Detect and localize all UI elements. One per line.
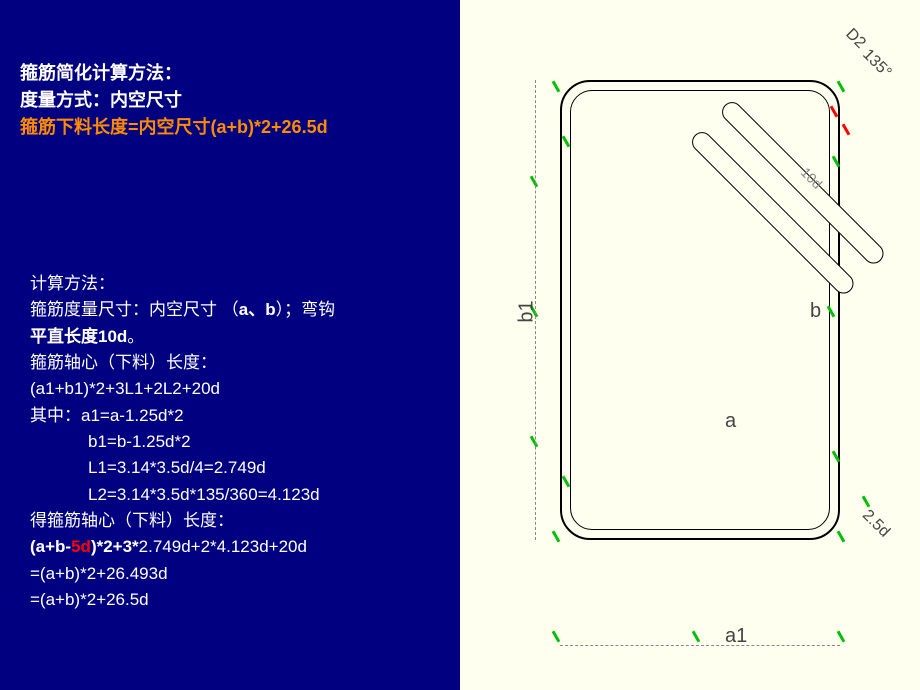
- dim-label-135: 135°: [858, 46, 894, 82]
- calc-axis-label: 箍筋轴心（下料）长度：: [30, 350, 440, 376]
- tick-mark: [837, 81, 846, 93]
- calc-result-formula3: =(a+b)*2+26.5d: [30, 587, 440, 613]
- tick-mark: [837, 631, 846, 643]
- calc-axis-formula: (a1+b1)*2+3L1+2L2+20d: [30, 376, 440, 402]
- dim-label-b: b: [810, 300, 821, 323]
- calc-method-title: 计算方法：: [30, 271, 440, 297]
- calc-result-label: 得箍筋轴心（下料）长度：: [30, 508, 440, 534]
- tick-mark: [552, 631, 561, 643]
- calc-where-a1: 其中：a1=a-1.25d*2: [30, 403, 440, 429]
- stirrup-diagram: a b a1 b1 2.5d 135° D2 10d: [490, 20, 890, 670]
- dim-guide: [535, 80, 536, 540]
- tick-mark: [530, 436, 539, 448]
- text-panel: 箍筋简化计算方法： 度量方式：内空尺寸 箍筋下料长度=内空尺寸(a+b)*2+2…: [0, 0, 460, 690]
- calculation-block: 计算方法： 箍筋度量尺寸：内空尺寸 （a、b）；弯钩 平直长度10d。 箍筋轴心…: [20, 271, 440, 613]
- tick-mark: [837, 531, 846, 543]
- calc-l1: L1=3.14*3.5d/4=2.749d: [30, 455, 440, 481]
- calc-result-formula2: =(a+b)*2+26.493d: [30, 561, 440, 587]
- header-measure-mode: 度量方式：内空尺寸: [20, 87, 440, 114]
- tick-mark: [552, 81, 561, 93]
- header-title: 箍筋简化计算方法：: [20, 60, 440, 87]
- diagram-panel: a b a1 b1 2.5d 135° D2 10d: [460, 0, 920, 690]
- calc-measure-line2: 平直长度10d。: [30, 324, 440, 350]
- tick-mark-red: [842, 124, 851, 136]
- dim-guide: [560, 645, 840, 646]
- dim-label-25d: 2.5d: [858, 507, 893, 542]
- tick-mark: [862, 496, 871, 508]
- dim-label-a: a: [725, 410, 736, 433]
- calc-b1: b1=b-1.25d*2: [30, 429, 440, 455]
- calc-result-formula1: (a+b-5d)*2+3*2.749d+2*4.123d+20d: [30, 534, 440, 560]
- dim-label-d2: D2: [842, 25, 869, 52]
- header-formula: 箍筋下料长度=内空尺寸(a+b)*2+26.5d: [20, 114, 440, 141]
- calc-measure-line1: 箍筋度量尺寸：内空尺寸 （a、b）；弯钩: [30, 297, 440, 323]
- tick-mark: [530, 176, 539, 188]
- tick-mark: [552, 531, 561, 543]
- tick-mark: [692, 631, 701, 643]
- header-block: 箍筋简化计算方法： 度量方式：内空尺寸 箍筋下料长度=内空尺寸(a+b)*2+2…: [20, 60, 440, 141]
- calc-l2: L2=3.14*3.5d*135/360=4.123d: [30, 482, 440, 508]
